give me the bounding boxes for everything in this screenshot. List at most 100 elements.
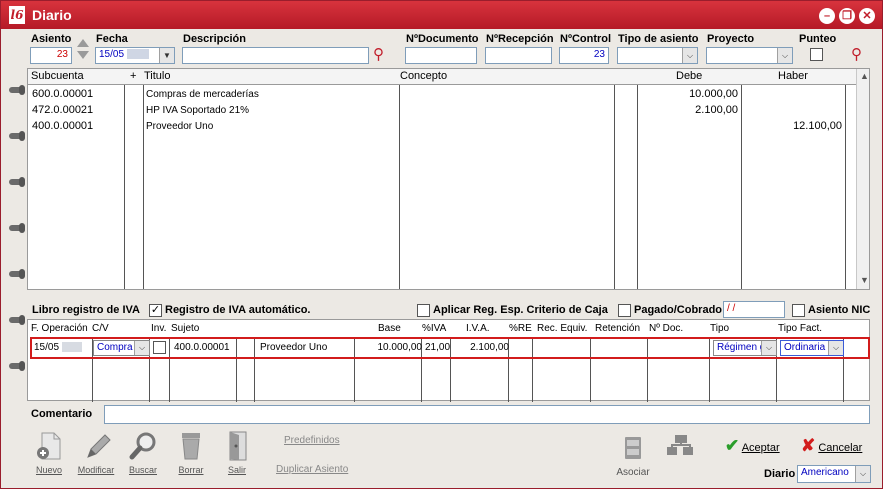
asiento-nic-checkbox[interactable] (792, 304, 805, 317)
stepper-down-icon[interactable] (77, 51, 89, 59)
asiento-nic-label: Asiento NIC (808, 304, 871, 316)
tipo-value: Régimen g (717, 342, 766, 353)
pagado-label: Pagado/Cobrado (634, 304, 723, 316)
x-icon: ✘ (801, 436, 816, 455)
buscar-button[interactable]: Buscar (123, 431, 163, 475)
pagado-checkbox[interactable] (618, 304, 631, 317)
diario-label: Diario (764, 468, 796, 480)
asociar-button[interactable]: Asociar (613, 433, 653, 478)
borrar-button[interactable]: Borrar (171, 431, 211, 475)
pagado-date-field[interactable]: / / (723, 301, 785, 318)
new-document-icon (33, 431, 65, 461)
diario-value: Americano (801, 467, 849, 478)
stepper-up-icon[interactable] (77, 39, 89, 47)
scroll-up-icon[interactable]: ▲ (860, 71, 869, 81)
descripcion-label: Descripción (183, 33, 246, 45)
recepcion-field[interactable] (485, 47, 552, 64)
scroll-down-icon[interactable]: ▼ (860, 275, 869, 285)
table-row[interactable]: 600.0.00001 Compras de mercaderías 10.00… (28, 86, 856, 102)
col-base: Base (378, 323, 401, 334)
cv-value: Compra (97, 342, 133, 353)
col-debe: Debe (676, 70, 703, 82)
proyecto-select[interactable]: ⌵ (706, 47, 793, 64)
cancelar-label: Cancelar (818, 442, 863, 454)
diario-select[interactable]: Americano ⌵ (797, 465, 871, 483)
table-row[interactable]: 472.0.00021 HP IVA Soportado 21% 2.100,0… (28, 102, 856, 118)
col-cv: C/V (92, 323, 109, 334)
iva-pct-iva[interactable]: 21,00 (425, 342, 450, 353)
criterio-caja-label: Aplicar Reg. Esp. Criterio de Caja (433, 304, 608, 316)
iva-sujeto-name: Proveedor Uno (260, 342, 328, 353)
col-subcuenta: Subcuenta (31, 70, 84, 82)
exit-door-icon (221, 431, 253, 461)
row-subcuenta: 400.0.00001 (32, 120, 94, 132)
asiento-label: Asiento (31, 33, 72, 45)
table-row[interactable]: 400.0.00001 Proveedor Uno 12.100,00 (28, 118, 856, 134)
predefinidos-button[interactable]: Predefinidos (284, 435, 340, 446)
tipo-asiento-select[interactable]: ⌵ (617, 47, 698, 64)
magnifier-icon (127, 431, 159, 461)
descripcion-search-icon[interactable]: ⚲ (373, 45, 384, 63)
binding-ring-icon (9, 131, 25, 141)
chevron-down-icon[interactable]: ⌵ (761, 341, 776, 355)
minimize-button[interactable]: – (819, 8, 835, 24)
fecha-field[interactable]: 15/05 ▼ (95, 47, 175, 64)
comentario-field[interactable] (104, 405, 870, 424)
entries-scrollbar[interactable]: ▲ ▼ (856, 69, 869, 289)
calendar-dropdown-icon[interactable]: ▼ (159, 48, 174, 63)
modificar-label: Modificar (77, 465, 115, 475)
modificar-button[interactable]: Modificar (76, 431, 116, 475)
row-debe: 2.100,00 (695, 104, 738, 116)
title-bar[interactable]: l6 Diario – ❐ ✕ (1, 1, 882, 29)
notebook-binding (1, 29, 25, 488)
fecha-label: Fecha (96, 33, 128, 45)
salir-button[interactable]: Salir (217, 431, 257, 475)
documento-field[interactable] (405, 47, 477, 64)
tipo-fact-select[interactable]: Ordinaria ⌵ (780, 340, 844, 356)
descripcion-field[interactable] (182, 47, 369, 64)
chevron-down-icon[interactable]: ⌵ (682, 48, 697, 63)
entries-header: Subcuenta + Titulo Concepto Debe Haber (28, 69, 856, 85)
punteo-checkbox[interactable] (810, 48, 823, 61)
salir-label: Salir (227, 465, 246, 475)
registro-auto-checkbox[interactable]: ✓ (149, 304, 162, 317)
nuevo-button[interactable]: Nuevo (29, 431, 69, 475)
chevron-down-icon[interactable]: ⌵ (855, 466, 870, 482)
network-icon[interactable] (665, 435, 695, 457)
comentario-label: Comentario (31, 408, 93, 420)
asiento-stepper[interactable] (77, 39, 89, 61)
col-pct-re: %RE (509, 323, 532, 334)
row-subcuenta: 472.0.00021 (32, 104, 94, 116)
row-titulo: HP IVA Soportado 21% (146, 105, 250, 116)
tipo-select[interactable]: Régimen g ⌵ (713, 340, 777, 356)
iva-row-highlight[interactable]: 15/05 Compra ⌵ 400.0.00001 Proveedor Uno… (30, 337, 870, 359)
col-plus: + (130, 70, 137, 82)
asiento-field[interactable]: 23 (30, 47, 72, 64)
iva-sujeto-code[interactable]: 400.0.00001 (174, 342, 230, 353)
aceptar-button[interactable]: ✔ Aceptar (725, 436, 780, 456)
iva-section-bar: Libro registro de IVA ✓ Registro de IVA … (27, 301, 870, 319)
duplicar-asiento-button[interactable]: Duplicar Asiento (276, 464, 348, 475)
cancelar-button[interactable]: ✘ Cancelar (801, 436, 862, 456)
inv-checkbox[interactable] (153, 341, 166, 354)
criterio-caja-checkbox[interactable] (417, 304, 430, 317)
cv-select[interactable]: Compra ⌵ (93, 340, 150, 356)
col-titulo: Titulo (144, 70, 171, 82)
col-f-operacion: F. Operación (31, 323, 88, 334)
restore-button[interactable]: ❐ (839, 8, 855, 24)
iva-amount[interactable]: 2.100,00 (454, 342, 509, 353)
control-field[interactable]: 23 (559, 47, 609, 64)
redacted-year (126, 49, 149, 60)
binding-ring-icon (9, 177, 25, 187)
chevron-down-icon[interactable]: ⌵ (828, 341, 843, 355)
close-button[interactable]: ✕ (859, 8, 875, 24)
entries-grid: Subcuenta + Titulo Concepto Debe Haber 6… (27, 68, 870, 290)
chevron-down-icon[interactable]: ⌵ (134, 341, 149, 355)
aceptar-label: Aceptar (741, 442, 780, 454)
header-search-icon[interactable]: ⚲ (851, 45, 862, 63)
col-inv: Inv. (151, 323, 167, 334)
binding-ring-icon (9, 223, 25, 233)
chevron-down-icon[interactable]: ⌵ (777, 48, 792, 63)
iva-base[interactable]: 10.000,00 (358, 342, 423, 353)
nuevo-label: Nuevo (35, 465, 62, 475)
